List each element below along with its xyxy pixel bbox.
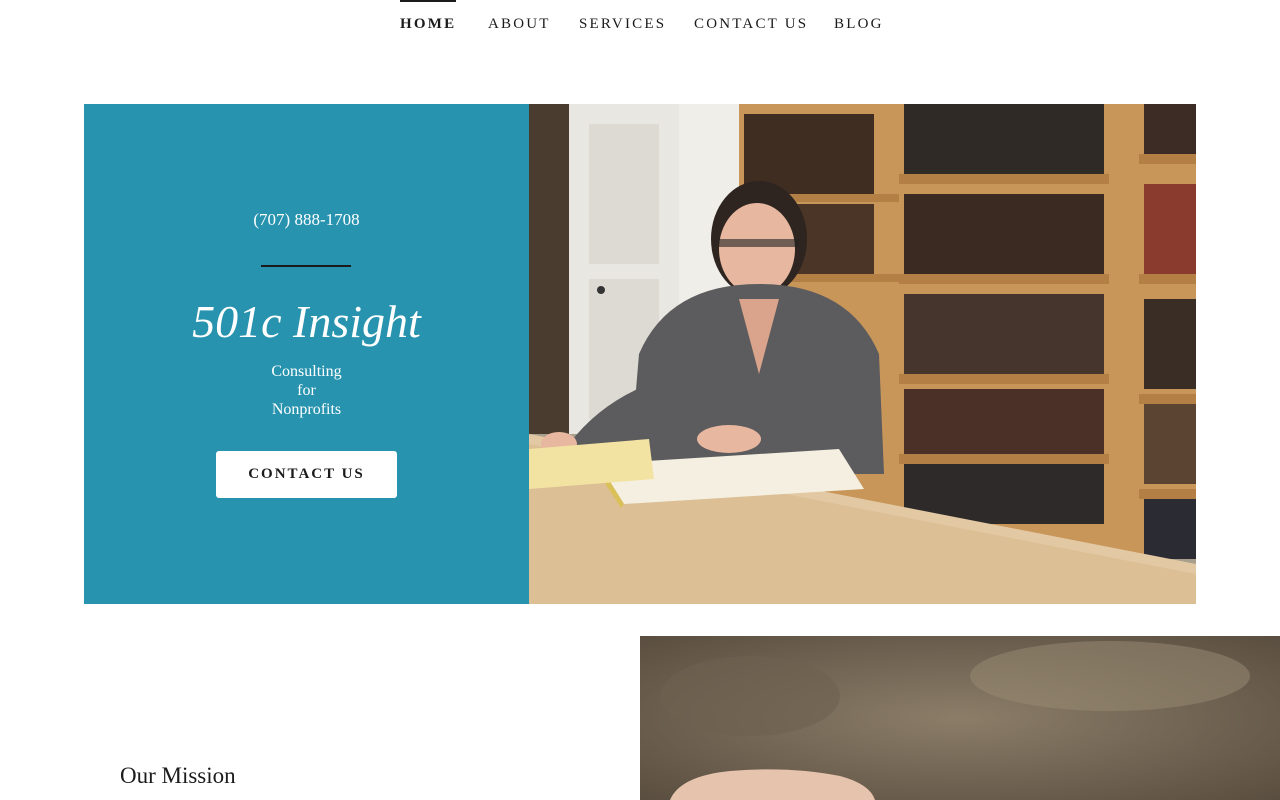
nav-contact-us[interactable]: CONTACT US	[694, 0, 808, 48]
hero-photo	[529, 104, 1196, 604]
tagline-line: for	[297, 382, 316, 399]
mission-title: Our Mission	[120, 763, 236, 788]
nav-about[interactable]: ABOUT	[488, 0, 551, 48]
contact-us-button[interactable]: CONTACT US	[216, 451, 397, 498]
hero-section: (707) 888-1708 501c Insight Consulting f…	[84, 104, 1196, 604]
woman-at-desk-icon	[529, 104, 1196, 604]
hero-panel: (707) 888-1708 501c Insight Consulting f…	[84, 104, 529, 604]
tagline-line: Consulting	[271, 363, 342, 380]
phone-number[interactable]: (707) 888-1708	[84, 210, 529, 230]
brand-title: 501c Insight	[192, 296, 421, 347]
hand-photo-icon	[640, 636, 1280, 800]
nav-blog[interactable]: BLOG	[834, 0, 884, 48]
nav-home[interactable]: HOME	[400, 0, 456, 48]
tagline: Consulting for Nonprofits	[84, 362, 529, 419]
mission-photo	[640, 636, 1280, 800]
main-nav: HOME ABOUT SERVICES CONTACT US BLOG	[0, 0, 1280, 48]
tagline-line: Nonprofits	[271, 401, 342, 418]
hero-divider	[261, 265, 351, 267]
nav-services[interactable]: SERVICES	[579, 0, 666, 48]
